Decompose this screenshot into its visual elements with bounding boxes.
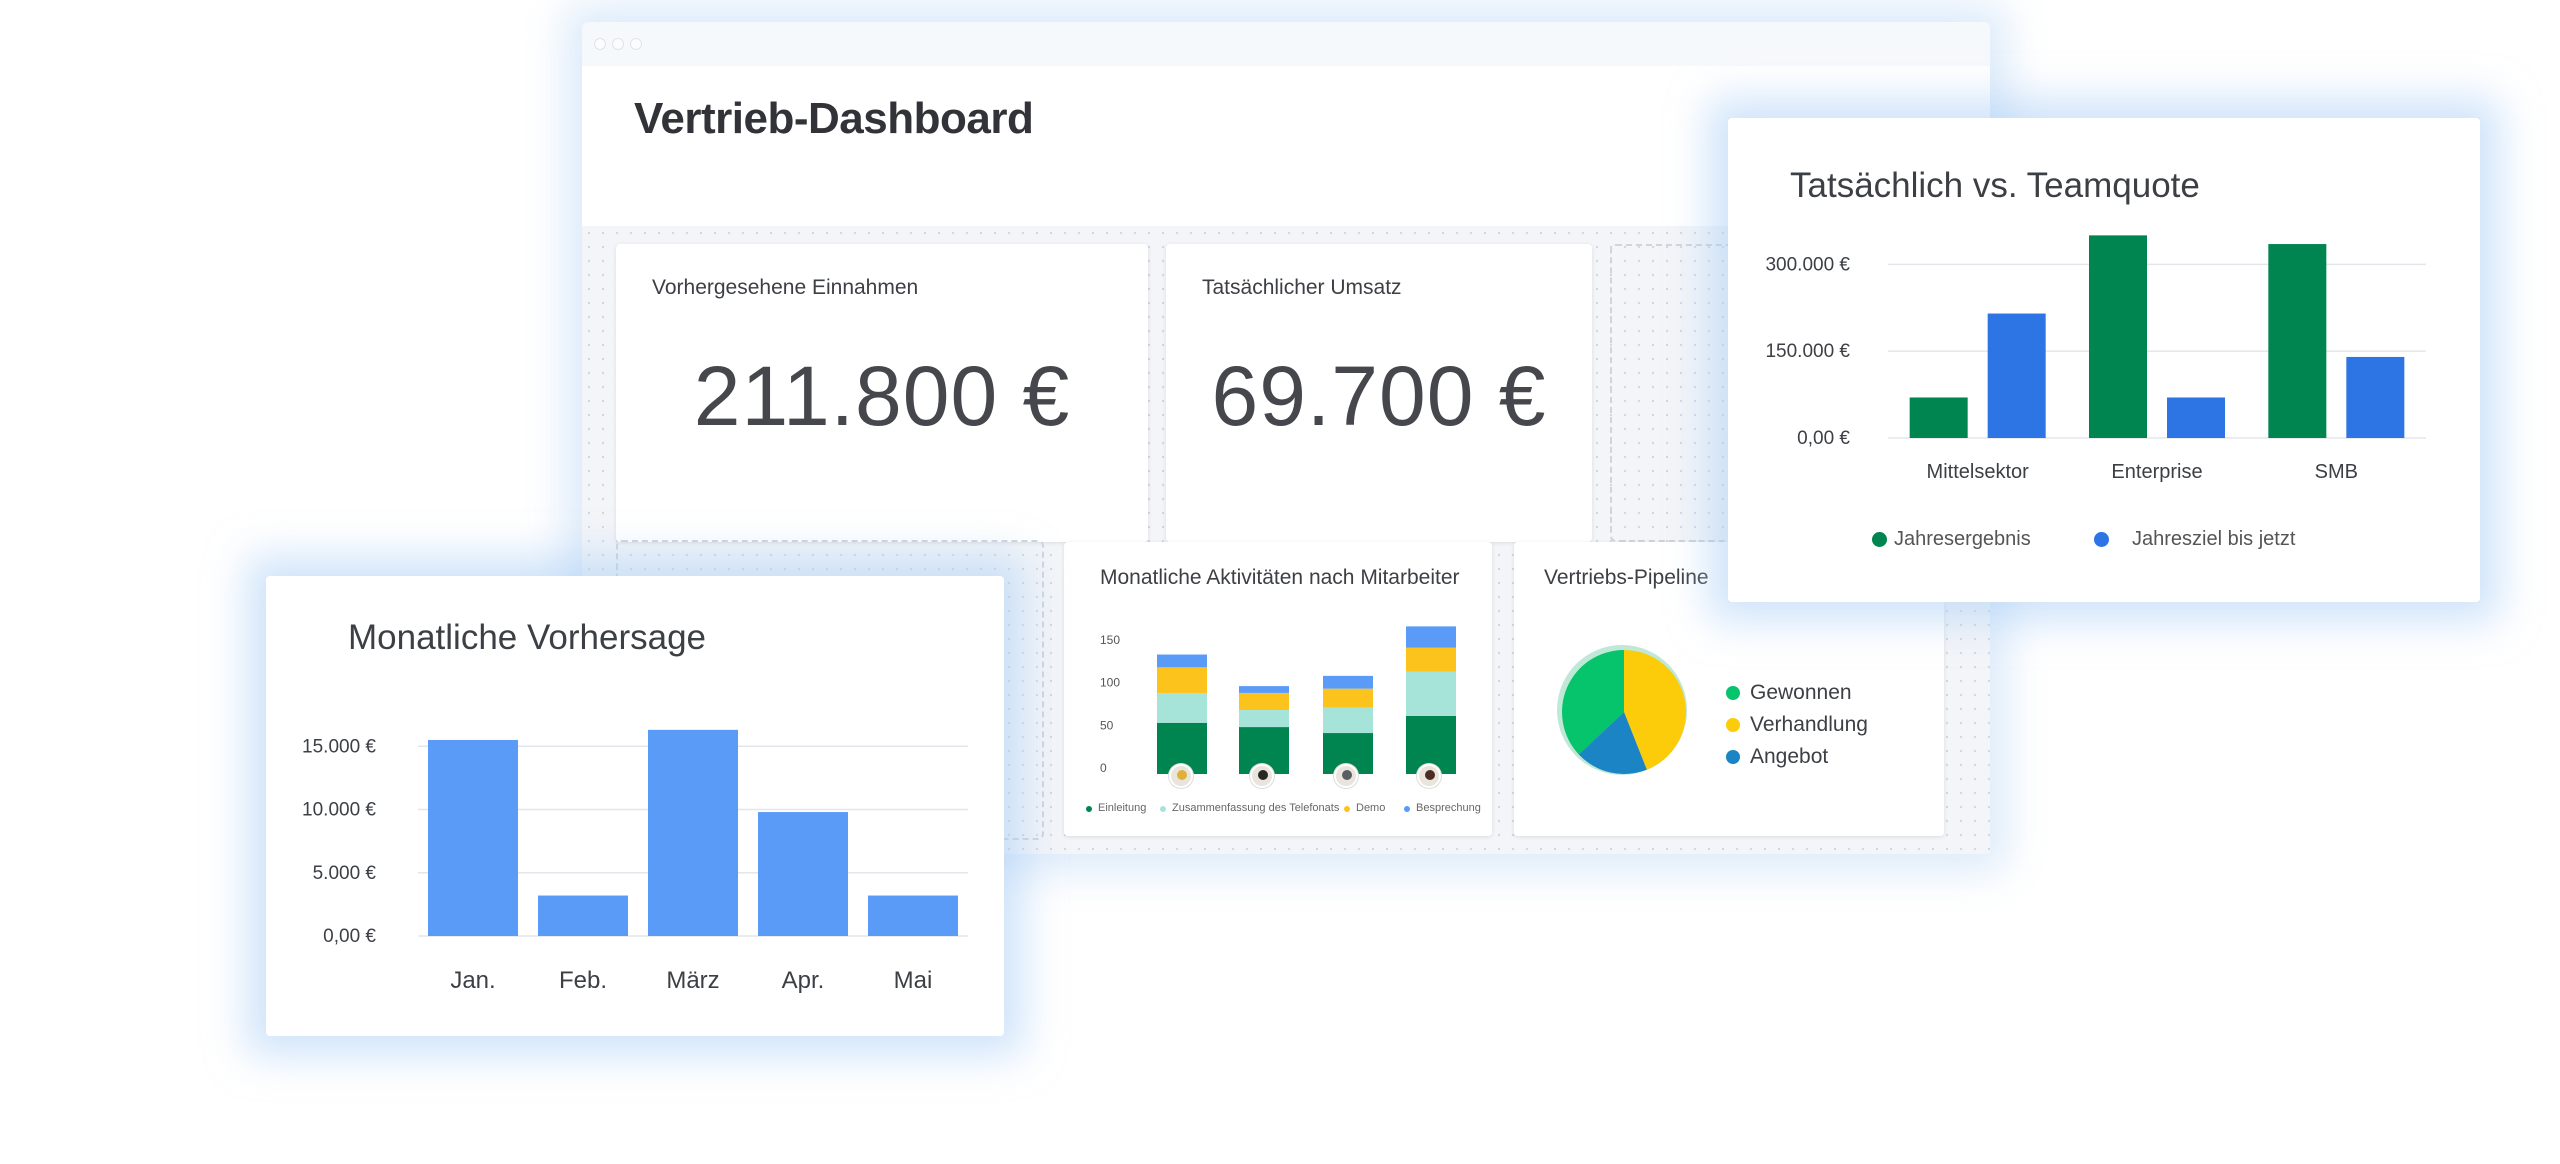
legend-dot xyxy=(1726,750,1740,764)
pipeline-pie-chart xyxy=(1557,645,1687,775)
activities-chart: 0 50 100 150 xyxy=(1100,626,1456,775)
stacked-bar-segment xyxy=(1157,667,1207,693)
y-tick-label: 15.000 € xyxy=(302,736,376,757)
legend-label: Zusammenfassung des Telefonats xyxy=(1172,802,1340,814)
stacked-bar-segment xyxy=(1239,692,1289,710)
stacked-bar-segment xyxy=(1406,671,1456,716)
avatar[interactable] xyxy=(1169,764,1193,788)
bar xyxy=(2268,244,2327,438)
kpi-value: 211.800 € xyxy=(693,349,1071,443)
stacked-bar-segment xyxy=(1239,710,1289,728)
y-tick-label: 50 xyxy=(1100,718,1114,732)
stacked-bar-segment xyxy=(1157,654,1207,668)
legend-dot xyxy=(1404,806,1410,812)
bar xyxy=(2167,397,2225,438)
kpi-label: Vorhergesehene Einnahmen xyxy=(652,276,919,299)
stacked-bar-segment xyxy=(1323,707,1373,734)
window-close-dot[interactable] xyxy=(594,38,606,50)
legend-label: Besprechung xyxy=(1416,802,1481,814)
y-tick-label: 150.000 € xyxy=(1765,341,1850,362)
bar xyxy=(868,895,958,936)
y-tick-label: 300.000 € xyxy=(1765,254,1850,275)
x-tick-label: Enterprise xyxy=(2111,461,2202,483)
x-tick-label: März xyxy=(666,967,719,994)
activities-widget[interactable]: Monatliche Aktivitäten nach Mitarbeiter … xyxy=(1064,542,1492,836)
stacked-bar-segment xyxy=(1323,675,1373,689)
x-tick-label: Jan. xyxy=(450,967,495,994)
bar xyxy=(538,895,628,936)
widget-title: Vertriebs-Pipeline xyxy=(1544,566,1709,589)
y-tick-label: 0,00 € xyxy=(1797,428,1850,449)
y-tick-label: 10.000 € xyxy=(302,800,376,821)
y-tick-label: 0 xyxy=(1100,761,1107,775)
bar xyxy=(2089,235,2147,438)
stacked-bar-segment xyxy=(1157,692,1207,723)
legend-dot xyxy=(2094,532,2109,547)
monthly-forecast-chart: 0,00 € 5.000 € 10.000 € 15.000 € Jan. Feb. Mär… xyxy=(302,729,968,994)
stacked-bar-segment xyxy=(1406,647,1456,672)
kpi-label: Tatsächlicher Umsatz xyxy=(1202,276,1402,299)
window-maximize-dot[interactable] xyxy=(630,38,642,50)
x-tick-label: Mittelsektor xyxy=(1927,461,2030,483)
avatar[interactable] xyxy=(1250,764,1274,788)
x-tick-label: Feb. xyxy=(559,967,607,994)
avatar[interactable] xyxy=(1417,764,1441,788)
stacked-bar-segment xyxy=(1239,686,1289,693)
y-tick-label: 100 xyxy=(1100,676,1120,690)
x-tick-label: Apr. xyxy=(782,967,825,994)
actual-vs-quota-chart: 0,00 € 150.000 € 300.000 € Mittelsektor Ente… xyxy=(1765,235,2426,483)
window-titlebar xyxy=(582,22,1990,66)
monthly-forecast-widget[interactable]: Monatliche Vorhersage 0,00 €5.000 €10.00… xyxy=(266,576,1004,1036)
bar xyxy=(428,739,518,936)
legend-label: Demo xyxy=(1356,802,1386,814)
y-tick-label: 5.000 € xyxy=(313,863,377,884)
avatar[interactable] xyxy=(1334,764,1358,788)
bar xyxy=(1987,313,2046,438)
bar xyxy=(1909,397,1968,438)
legend-dot xyxy=(1726,718,1740,732)
kpi-value: 69.700 € xyxy=(1211,349,1547,443)
legend-label: Angebot xyxy=(1750,745,1829,768)
widget-title: Monatliche Aktivitäten nach Mitarbeiter xyxy=(1100,566,1460,589)
x-tick-label: Mai xyxy=(894,967,933,994)
kpi-card-forecast-revenue[interactable]: Vorhergesehene Einnahmen 211.800 € xyxy=(616,244,1148,542)
legend-dot xyxy=(1726,686,1740,700)
legend-dot xyxy=(1344,806,1350,812)
legend-label: Einleitung xyxy=(1098,802,1147,814)
legend-label: Verhandlung xyxy=(1750,713,1868,736)
stacked-bar-segment xyxy=(1323,688,1373,708)
legend-dot xyxy=(1086,806,1092,812)
legend-dot xyxy=(1160,806,1166,812)
bar xyxy=(2346,356,2405,438)
legend-label: Gewonnen xyxy=(1750,681,1852,704)
y-tick-label: 150 xyxy=(1100,633,1120,647)
stacked-bar-segment xyxy=(1406,626,1456,648)
bar xyxy=(758,812,848,936)
x-tick-label: SMB xyxy=(2315,461,2358,483)
actual-vs-quota-widget[interactable]: Tatsächlich vs. Teamquote 0,00 €150.000 … xyxy=(1728,118,2480,602)
activities-legend: Einleitung Zusammenfassung des Telefonat… xyxy=(1086,802,1486,818)
window-minimize-dot[interactable] xyxy=(612,38,624,50)
page-title: Vertrieb-Dashboard xyxy=(634,94,1034,143)
legend-label: Jahresziel bis jetzt xyxy=(2132,528,2296,550)
kpi-card-actual-revenue[interactable]: Tatsächlicher Umsatz 69.700 € xyxy=(1166,244,1592,542)
bar xyxy=(648,729,738,936)
legend-dot xyxy=(1872,532,1887,547)
y-tick-label: 0,00 € xyxy=(323,926,376,947)
legend-label: Jahresergebnis xyxy=(1894,528,2031,550)
